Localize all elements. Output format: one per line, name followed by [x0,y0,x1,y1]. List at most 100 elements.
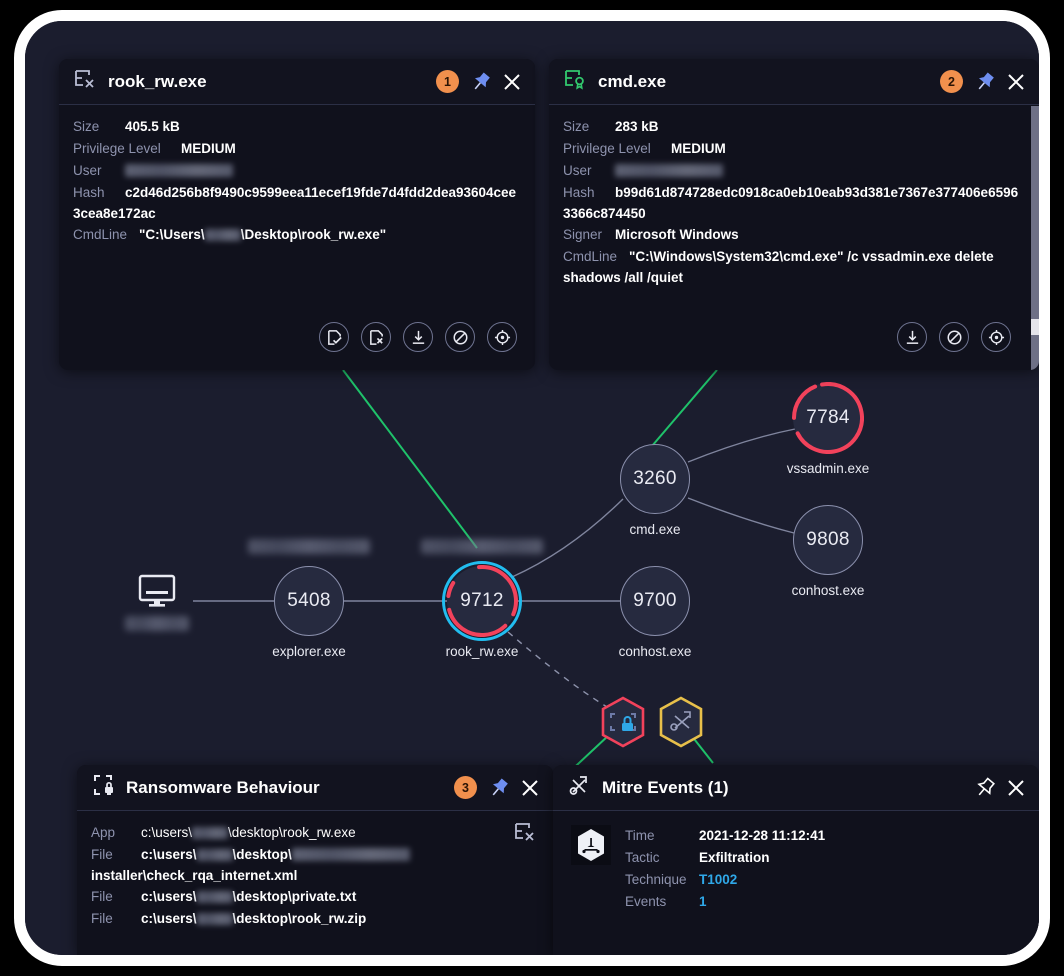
redacted-username [196,849,233,861]
row-label: File [91,889,113,904]
node-pid: 9808 [806,529,850,550]
pin-icon[interactable] [488,777,510,799]
field-value: Exfiltration [699,850,770,865]
field-value: c2d46d256b8f9490c9599eea11ecef19fde7d4fd… [73,185,517,221]
graph-node-label: conhost.exe [618,644,692,659]
panel-mitre-events[interactable]: Mitre Events (1) Time 2021-12-28 11:12:4… [553,765,1039,955]
field-value: MEDIUM [671,141,726,156]
node-pid: 9700 [633,590,677,611]
close-icon[interactable] [501,71,523,93]
allow-file-button[interactable] [319,322,349,352]
field-label: Hash [73,185,105,200]
device-frame: 5408 explorer.exe 9712 rook_rw.exe 9700 … [14,10,1050,966]
close-icon[interactable] [519,777,541,799]
field-cmdline: CmdLine "C:\Users\ \Desktop\rook_rw.exe" [73,224,517,246]
focus-button[interactable] [487,322,517,352]
panel-actions [897,318,1029,364]
ransomware-row-file: File c:\users\ \desktop\rook_rw.zip [91,908,539,930]
panel-process-rook[interactable]: rook_rw.exe 1 Size 405.5 kB Privilege Lev… [59,59,535,370]
app-stage: 5408 explorer.exe 9712 rook_rw.exe 9700 … [25,21,1039,955]
node-pid: 3260 [633,468,677,489]
field-label: Hash [563,185,595,200]
panel-ransomware-behaviour[interactable]: Ransomware Behaviour 3 App c:\users\ \de… [77,765,553,955]
field-label: Privilege Level [73,141,161,156]
executable-unsigned-icon [513,821,537,848]
row-path-suffix: \desktop\private.txt [232,889,357,904]
field-value-prefix: "C:\Users\ [139,227,205,242]
graph-node-conhost-9700[interactable]: 9700 [620,566,690,636]
field-hash: Hash b99d61d874728edc0918ca0eb10eab93d381… [563,182,1021,224]
field-value: 283 kB [615,119,659,134]
mitre-field-events: Events 1 [625,891,1025,913]
graph-node-label: rook_rw.exe [445,644,519,659]
panel-body: Size 405.5 kB Privilege Level MEDIUM User … [59,105,535,256]
scrollbar-thumb[interactable] [1031,319,1039,335]
executable-signed-icon [563,68,587,95]
focus-button[interactable] [981,322,1011,352]
field-value: b99d61d874728edc0918ca0eb10eab93d381e736… [563,185,1019,221]
ransomware-hex-badge[interactable] [600,696,646,748]
field-signer: Signer Microsoft Windows [563,224,1021,246]
field-size: Size 405.5 kB [73,116,517,138]
field-size: Size 283 kB [563,116,1021,138]
row-label: App [91,825,116,840]
ransomware-row-app: App c:\users\ \desktop\rook_rw.exe [91,822,539,844]
monitor-icon[interactable] [138,574,176,608]
mitre-field-technique: Technique T1002 [625,869,1025,891]
mitre-field-time: Time 2021-12-28 11:12:41 [625,825,1025,847]
field-label: Technique [625,872,687,887]
field-label: Size [73,119,100,134]
graph-node-explorer[interactable]: 5408 [274,566,344,636]
mitre-hex-badge[interactable] [658,696,704,748]
field-user: User [563,160,1021,182]
close-icon[interactable] [1005,777,1027,799]
field-privilege: Privilege Level MEDIUM [563,138,1021,160]
field-label: User [73,163,102,178]
redacted-username [204,229,241,241]
deny-button[interactable] [939,322,969,352]
row-path-prefix: c:\users\ [141,911,197,926]
graph-node-cmd[interactable]: 3260 [620,444,690,514]
panel-scrollbar[interactable] [1031,106,1039,370]
field-value: MEDIUM [181,141,236,156]
redacted-username [196,891,233,903]
redacted-username [192,827,229,839]
close-icon[interactable] [1005,71,1027,93]
technique-link[interactable]: T1002 [699,872,737,887]
deny-button[interactable] [445,322,475,352]
field-value: 2021-12-28 11:12:41 [699,828,826,843]
field-label: Events [625,894,667,909]
pin-outline-icon[interactable] [974,776,996,799]
panel-body: Size 283 kB Privilege Level MEDIUM User Ha… [549,105,1039,298]
graph-node-conhost-9808[interactable]: 9808 [793,505,863,575]
mitre-hex-icon [571,825,611,865]
row-label: File [91,847,113,862]
field-label: CmdLine [73,227,128,242]
node-alert-arc [792,382,864,454]
ransomware-row-file: File c:\users\ \desktop\ installer\check_rq… [91,844,539,886]
redacted-username [615,164,723,177]
field-label: Time [625,828,655,843]
redacted-username [196,913,233,925]
panel-badge: 2 [940,70,963,93]
download-button[interactable] [403,322,433,352]
row-path-prefix: c:\users\ [141,825,193,840]
field-value: 405.5 kB [125,119,180,134]
row-path-prefix: c:\users\ [141,889,197,904]
panel-header: cmd.exe 2 [549,59,1039,105]
node-user-redacted [248,539,370,554]
row-path-suffix: \desktop\ [232,847,292,862]
node-alert-arc [446,565,518,637]
ransomware-lock-icon [91,773,115,802]
ransomware-row-file: File c:\users\ \desktop\private.txt [91,886,539,908]
block-file-button[interactable] [361,322,391,352]
panel-process-cmd[interactable]: cmd.exe 2 Size 283 kB Privilege Level MEDI… [549,59,1039,370]
download-button[interactable] [897,322,927,352]
events-link[interactable]: 1 [699,894,707,909]
field-label: Tactic [625,850,660,865]
pin-icon[interactable] [974,71,996,93]
field-user: User [73,160,517,182]
panel-header: Ransomware Behaviour 3 [77,765,553,811]
panel-header: rook_rw.exe 1 [59,59,535,105]
pin-icon[interactable] [470,71,492,93]
